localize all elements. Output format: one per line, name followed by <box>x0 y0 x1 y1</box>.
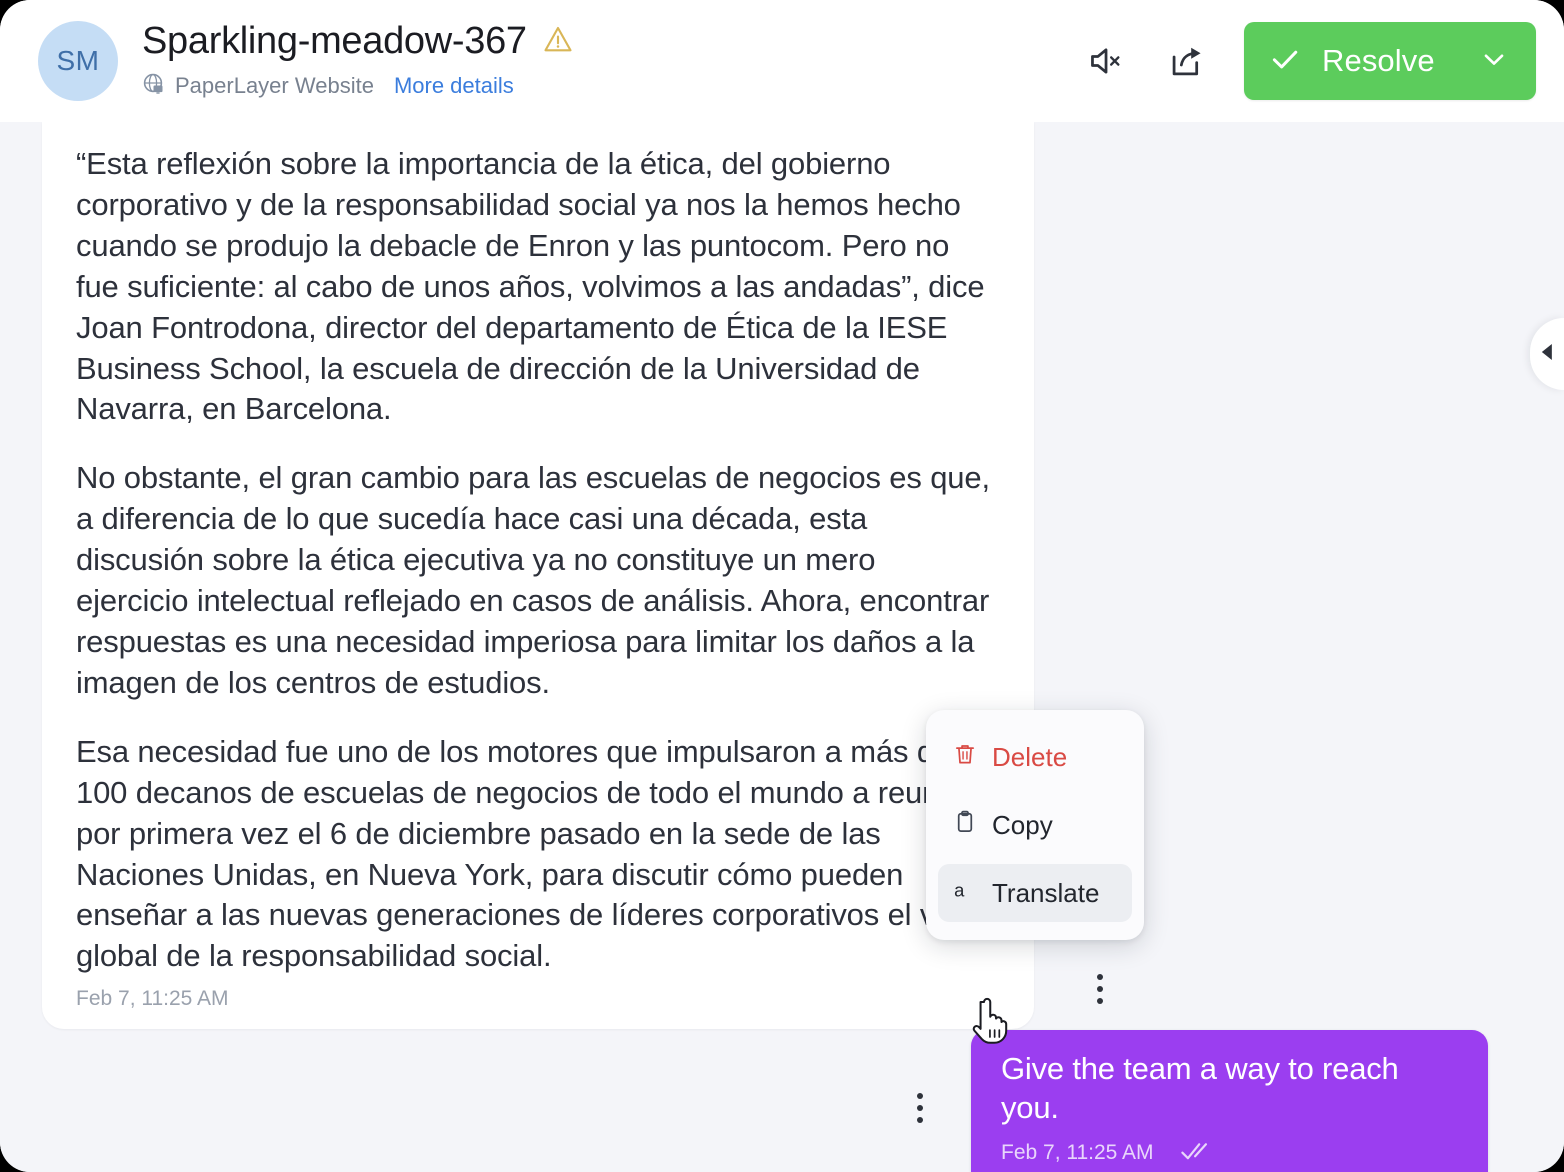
resolve-button-label: Resolve <box>1322 43 1435 78</box>
translate-icon: a <box>952 877 978 910</box>
menu-item-translate[interactable]: a Translate <box>938 864 1132 922</box>
svg-text:a: a <box>954 879 965 900</box>
outgoing-message-row: Give the team a way to reach you. Feb 7,… <box>0 1030 1564 1172</box>
avatar: SM <box>38 21 118 101</box>
header-text-block: Sparkling-meadow-367 PaperLayer Website … <box>142 20 1084 101</box>
kebab-dot <box>917 1093 923 1100</box>
app-window: SM Sparkling-meadow-367 PaperLayer Websi… <box>0 0 1564 1172</box>
menu-item-copy[interactable]: Copy <box>938 796 1132 854</box>
outgoing-message-text: Give the team a way to reach you. <box>1001 1051 1399 1125</box>
title-row: Sparkling-meadow-367 <box>142 20 1084 63</box>
message-context-menu: Delete Copy a Translate <box>926 710 1144 940</box>
outgoing-message-options-icon[interactable] <box>905 1086 935 1130</box>
menu-item-label: Delete <box>992 741 1068 772</box>
incoming-message-row: “Esta reflexión sobre la importancia de … <box>42 122 1034 1030</box>
kebab-dot <box>1097 974 1103 980</box>
message-paragraph: No obstante, el gran cambio para las esc… <box>76 460 990 700</box>
resolve-button[interactable]: Resolve <box>1244 22 1536 100</box>
clipboard-icon <box>952 809 978 842</box>
incoming-message-options-icon[interactable] <box>1085 967 1115 1011</box>
outgoing-message-meta: Feb 7, 11:25 AM <box>1001 1140 1460 1167</box>
menu-item-label: Translate <box>992 877 1100 908</box>
warning-triangle-icon <box>543 25 573 58</box>
message-paragraph: Esa necesidad fue uno de los motores que… <box>76 733 989 974</box>
check-icon <box>1268 42 1302 81</box>
more-details-link[interactable]: More details <box>394 73 514 99</box>
incoming-message-bubble[interactable]: “Esta reflexión sobre la importancia de … <box>42 122 1034 1030</box>
outgoing-message-bubble[interactable]: Give the team a way to reach you. Feb 7,… <box>971 1030 1488 1172</box>
menu-item-delete[interactable]: Delete <box>938 728 1132 786</box>
double-check-icon <box>1180 1140 1216 1167</box>
page-title: Sparkling-meadow-367 <box>142 20 527 63</box>
source-label: PaperLayer Website <box>175 73 374 99</box>
menu-item-label: Copy <box>992 809 1053 840</box>
globe-website-icon <box>142 72 166 101</box>
conversation-header: SM Sparkling-meadow-367 PaperLayer Websi… <box>0 0 1564 122</box>
outgoing-timestamp: Feb 7, 11:25 AM <box>1001 1141 1154 1164</box>
kebab-dot <box>1097 998 1103 1004</box>
panel-collapse-tab[interactable] <box>1530 318 1564 390</box>
caret-left-icon <box>1538 342 1556 367</box>
conversation-body: “Esta reflexión sobre la importancia de … <box>0 122 1564 1172</box>
kebab-dot <box>1097 986 1103 992</box>
speaker-mute-icon[interactable] <box>1084 38 1130 84</box>
trash-icon <box>952 741 978 774</box>
chevron-down-icon[interactable] <box>1478 43 1510 80</box>
avatar-initials: SM <box>56 45 100 76</box>
share-forward-icon[interactable] <box>1164 38 1210 84</box>
subtitle-row: PaperLayer Website More details <box>142 72 1084 101</box>
header-actions: Resolve <box>1084 22 1536 100</box>
incoming-timestamp: Feb 7, 11:25 AM <box>76 987 229 1011</box>
message-paragraph: “Esta reflexión sobre la importancia de … <box>76 146 985 427</box>
kebab-dot <box>917 1117 923 1124</box>
kebab-dot <box>917 1105 923 1112</box>
